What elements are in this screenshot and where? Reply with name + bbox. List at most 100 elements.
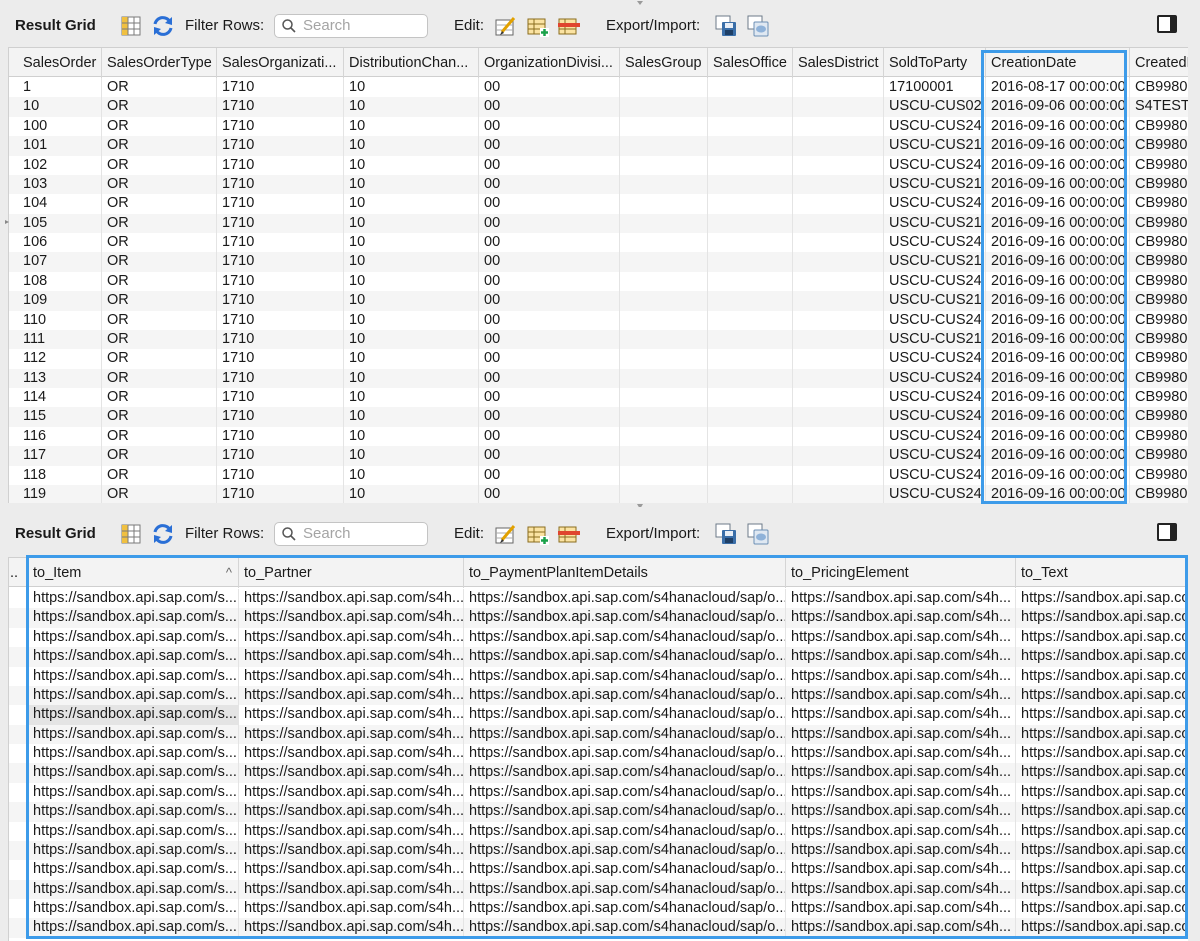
table-cell[interactable]: 10	[344, 271, 479, 292]
table-cell[interactable]: 119	[18, 484, 102, 503]
table-cell[interactable]	[793, 388, 884, 408]
table-cell[interactable]	[620, 368, 708, 389]
table-cell[interactable]: 109	[18, 291, 102, 311]
table-cell[interactable]: USCU-CUS21	[884, 174, 986, 195]
table-cell[interactable]	[620, 329, 708, 350]
table-row[interactable]: 104 OR 1710 10 00 USCU-CUS24 2016-09-16 00:00:…	[9, 194, 1188, 214]
table-cell[interactable]: 1710	[217, 465, 344, 485]
table-cell[interactable]	[9, 589, 28, 609]
table-cell[interactable]	[620, 155, 708, 175]
table-cell[interactable]: https://sandbox.api.sap.com	[1016, 860, 1188, 879]
table-cell[interactable]: https://sandbox.api.sap.com/s...	[28, 899, 239, 919]
table-cell[interactable]: https://sandbox.api.sap.com/s4hanacloud/…	[464, 647, 786, 667]
table-cell[interactable]	[708, 329, 793, 350]
table-row[interactable]: https://sandbox.api.sap.com/s... https://…	[9, 608, 1188, 628]
column-header-toitem[interactable]: to_Item ^	[28, 558, 239, 588]
table-cell[interactable]: https://sandbox.api.sap.com	[1016, 608, 1188, 627]
table-cell[interactable]	[793, 252, 884, 272]
table-cell[interactable]: 2016-09-16 00:00:00	[986, 465, 1130, 485]
table-cell[interactable]: 1710	[217, 426, 344, 447]
table-cell[interactable]	[708, 291, 793, 311]
table-cell[interactable]: https://sandbox.api.sap.com	[1016, 822, 1188, 841]
table-cell[interactable]	[708, 368, 793, 389]
table-row[interactable]: 111 OR 1710 10 00 USCU-CUS21 2016-09-16 00:00:…	[9, 329, 1188, 350]
table-cell[interactable]: OR	[102, 213, 217, 234]
table-cell[interactable]	[793, 233, 884, 253]
table-cell[interactable]: https://sandbox.api.sap.com/s4h...	[239, 840, 464, 861]
table-cell[interactable]: 00	[479, 174, 620, 195]
table-cell[interactable]	[620, 252, 708, 272]
table-cell[interactable]: 10	[344, 407, 479, 427]
table-cell[interactable]: CB9980000000	[1130, 117, 1188, 136]
table-cell[interactable]: OR	[102, 271, 217, 292]
table-cell[interactable]	[9, 724, 28, 745]
table-row[interactable]: 10 OR 1710 10 00 USCU-CUS02 2016-09-06 00:00:0…	[9, 97, 1188, 117]
table-cell[interactable]: USCU-CUS24	[884, 388, 986, 408]
grid-view-icon[interactable]	[119, 14, 143, 38]
table-cell[interactable]	[620, 116, 708, 137]
export-icon[interactable]	[714, 522, 738, 546]
table-cell[interactable]: https://sandbox.api.sap.com	[1016, 918, 1188, 937]
add-row-icon[interactable]	[526, 522, 550, 546]
table-cell[interactable]: 00	[479, 426, 620, 447]
table-cell[interactable]: 2016-09-16 00:00:00	[986, 252, 1130, 272]
table-cell[interactable]	[708, 446, 793, 466]
table-cell[interactable]	[620, 484, 708, 503]
table-cell[interactable]: USCU-CUS24	[884, 116, 986, 137]
table-row[interactable]: 105 OR 1710 10 00 USCU-CUS21 2016-09-16 00:00:…	[9, 213, 1188, 234]
table-cell[interactable]	[620, 446, 708, 466]
table-cell[interactable]	[620, 213, 708, 234]
table-cell[interactable]: USCU-CUS24	[884, 484, 986, 503]
table-cell[interactable]: 106	[18, 233, 102, 253]
column-header-truncated[interactable]: ...	[9, 558, 28, 588]
table-cell[interactable]	[708, 426, 793, 447]
table-cell[interactable]: USCU-CUS24	[884, 426, 986, 447]
table-cell[interactable]: https://sandbox.api.sap.com/s4h...	[239, 899, 464, 919]
table-cell[interactable]: 00	[479, 271, 620, 292]
table-cell[interactable]	[793, 194, 884, 214]
table-cell[interactable]	[9, 705, 28, 725]
table-cell[interactable]: 1710	[217, 116, 344, 137]
table-row[interactable]: https://sandbox.api.sap.com/s... https://…	[9, 589, 1188, 609]
table-row[interactable]: https://sandbox.api.sap.com/s... https://…	[9, 899, 1188, 919]
table-cell[interactable]: 00	[479, 97, 620, 117]
table-cell[interactable]: USCU-CUS24	[884, 233, 986, 253]
table-cell[interactable]: OR	[102, 310, 217, 330]
table-cell[interactable]: https://sandbox.api.sap.com/s4h...	[239, 918, 464, 938]
table-row[interactable]: 119 OR 1710 10 00 USCU-CUS24 2016-09-16 00:00:…	[9, 484, 1188, 503]
table-cell[interactable]: USCU-CUS21	[884, 252, 986, 272]
table-cell[interactable]: https://sandbox.api.sap.com/s4h...	[786, 802, 1016, 822]
table-cell[interactable]	[620, 136, 708, 156]
table-cell[interactable]: 111	[18, 329, 102, 350]
filter-search-input[interactable]: Search	[274, 14, 428, 38]
table-cell[interactable]: 2016-09-16 00:00:00	[986, 233, 1130, 253]
table-cell[interactable]: https://sandbox.api.sap.com/s4hanacloud/…	[464, 589, 786, 609]
table-cell[interactable]: https://sandbox.api.sap.com/s4h...	[239, 802, 464, 822]
table-cell[interactable]: 10	[344, 329, 479, 350]
table-cell[interactable]: 2016-08-17 00:00:00	[986, 78, 1130, 98]
table-cell[interactable]: CB9980000000	[1130, 252, 1188, 271]
table-cell[interactable]: https://sandbox.api.sap.com/s4hanacloud/…	[464, 627, 786, 648]
table-cell[interactable]	[620, 465, 708, 485]
table-cell[interactable]: 1710	[217, 136, 344, 156]
table-row[interactable]: https://sandbox.api.sap.com/s... https://…	[9, 627, 1188, 648]
table-cell[interactable]: 10	[344, 426, 479, 447]
table-row[interactable]: https://sandbox.api.sap.com/s... https://…	[9, 724, 1188, 745]
table-cell[interactable]	[793, 116, 884, 137]
table-cell[interactable]: https://sandbox.api.sap.com/s4h...	[786, 918, 1016, 938]
table-cell[interactable]: https://sandbox.api.sap.com/s4h...	[239, 879, 464, 900]
table-cell[interactable]: 1710	[217, 252, 344, 272]
table-cell[interactable]: https://sandbox.api.sap.com/s...	[28, 705, 239, 725]
table-row[interactable]: https://sandbox.api.sap.com/s... https://…	[9, 647, 1188, 667]
table-cell[interactable]: CB9980000000	[1130, 466, 1188, 485]
table-cell[interactable]: https://sandbox.api.sap.com/s...	[28, 589, 239, 609]
table-cell[interactable]	[708, 78, 793, 98]
table-cell[interactable]: https://sandbox.api.sap.com/s4h...	[786, 879, 1016, 900]
table-cell[interactable]: CB9980000000	[1130, 349, 1188, 368]
table-cell[interactable]: 10	[344, 136, 479, 156]
table-cell[interactable]: https://sandbox.api.sap.com/s4h...	[786, 666, 1016, 686]
table-cell[interactable]: https://sandbox.api.sap.com/s...	[28, 782, 239, 803]
table-cell[interactable]: USCU-CUS21	[884, 136, 986, 156]
table-cell[interactable]: OR	[102, 484, 217, 503]
table-cell[interactable]: https://sandbox.api.sap.com/s4h...	[239, 627, 464, 648]
